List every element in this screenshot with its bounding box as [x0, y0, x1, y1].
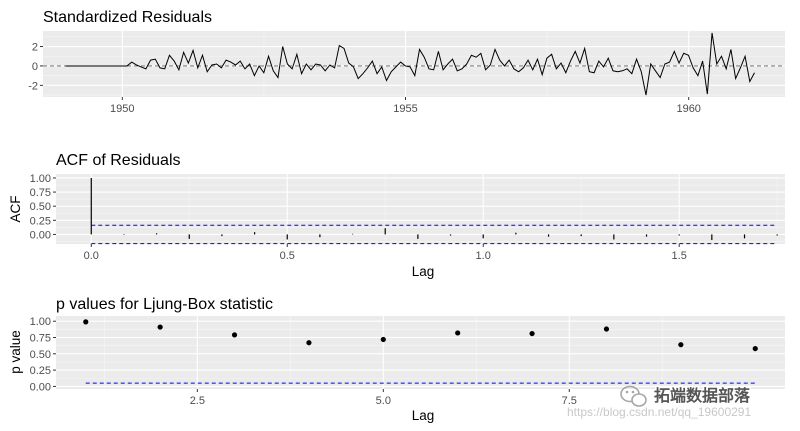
x-tick-label: 1960 [676, 103, 700, 115]
y-tick-label: 0.75 [30, 187, 51, 199]
x-tick-label: 1950 [110, 103, 134, 115]
y-tick-label: 0.00 [30, 381, 51, 393]
x-tick-label: 2.5 [190, 395, 205, 407]
panel-2-x-axis-label: Lag [412, 264, 435, 279]
y-tick-label: 0.75 [30, 333, 51, 345]
panel-3-x-axis-label: Lag [412, 408, 435, 423]
p-value-point [529, 330, 535, 337]
panel-3-y-axis-label: p value [8, 330, 23, 374]
x-tick-label: 1955 [393, 103, 417, 115]
p-value-point [678, 342, 684, 348]
y-tick-label: 0.50 [30, 201, 51, 213]
panel-3-x-ticks: 2.5 5.0 7.5 [190, 389, 577, 407]
panel-3-y-ticks: 0.00 0.25 0.50 0.75 1.00 [30, 316, 56, 393]
panel-1-plot-area [43, 31, 785, 97]
watermark: 拓端数据部落 拓端数据部落 https://blog.csdn.net/qq_1… [567, 385, 753, 420]
x-tick-label: 1.5 [672, 250, 687, 262]
y-tick-label: 0.50 [30, 349, 51, 361]
x-tick-label: 1.0 [476, 250, 491, 262]
p-value-point [380, 336, 386, 343]
y-tick-label: 1.00 [30, 173, 51, 185]
p-value-point [157, 324, 163, 330]
x-tick-label: 0.0 [84, 250, 99, 262]
p-value-point [306, 340, 312, 346]
p-value-point [455, 330, 461, 336]
x-tick-label: 0.5 [280, 250, 295, 262]
chart-figure: Standardized Residuals -2 0 2 1950 1955 1960… [8, 9, 785, 423]
panel-standardized-residuals: Standardized Residuals -2 0 2 1950 1955 1960 [28, 9, 785, 115]
y-tick-label: 0.25 [30, 365, 51, 377]
watermark-url: https://blog.csdn.net/qq_19600291 [567, 405, 751, 419]
y-tick-label: 0.25 [30, 215, 51, 227]
watermark-brand: 拓端数据部落 [654, 386, 751, 405]
panel-2-title: ACF of Residuals [56, 152, 181, 169]
p-value-point [83, 319, 89, 325]
y-tick-label: 0 [32, 61, 38, 73]
panel-acf-residuals: ACF of Residuals 0.00 0.25 0.50 0.75 1.00 0.… [8, 152, 785, 279]
panel-3-title: p values for Ljung-Box statistic [56, 296, 273, 313]
p-value-point [603, 326, 610, 332]
y-tick-label: 2 [32, 42, 38, 54]
panel-1-y-ticks: -2 0 2 [28, 42, 43, 92]
y-tick-label: 0.00 [30, 229, 51, 241]
panel-1-title: Standardized Residuals [43, 9, 212, 26]
y-tick-label: -2 [28, 80, 38, 92]
panel-1-x-ticks: 1950 1955 1960 [110, 97, 701, 115]
p-value-point [752, 345, 758, 352]
panel-2-y-axis-label: ACF [8, 196, 23, 223]
x-tick-label: 5.0 [376, 395, 391, 407]
panel-2-x-ticks: 0.0 0.5 1.0 1.5 [84, 244, 687, 262]
panel-2-y-ticks: 0.00 0.25 0.50 0.75 1.00 [30, 173, 56, 241]
wechat-bubble-icon [620, 385, 647, 407]
panel-2-plot-area [56, 174, 785, 244]
y-tick-label: 1.00 [30, 316, 51, 328]
p-value-point [231, 332, 238, 338]
